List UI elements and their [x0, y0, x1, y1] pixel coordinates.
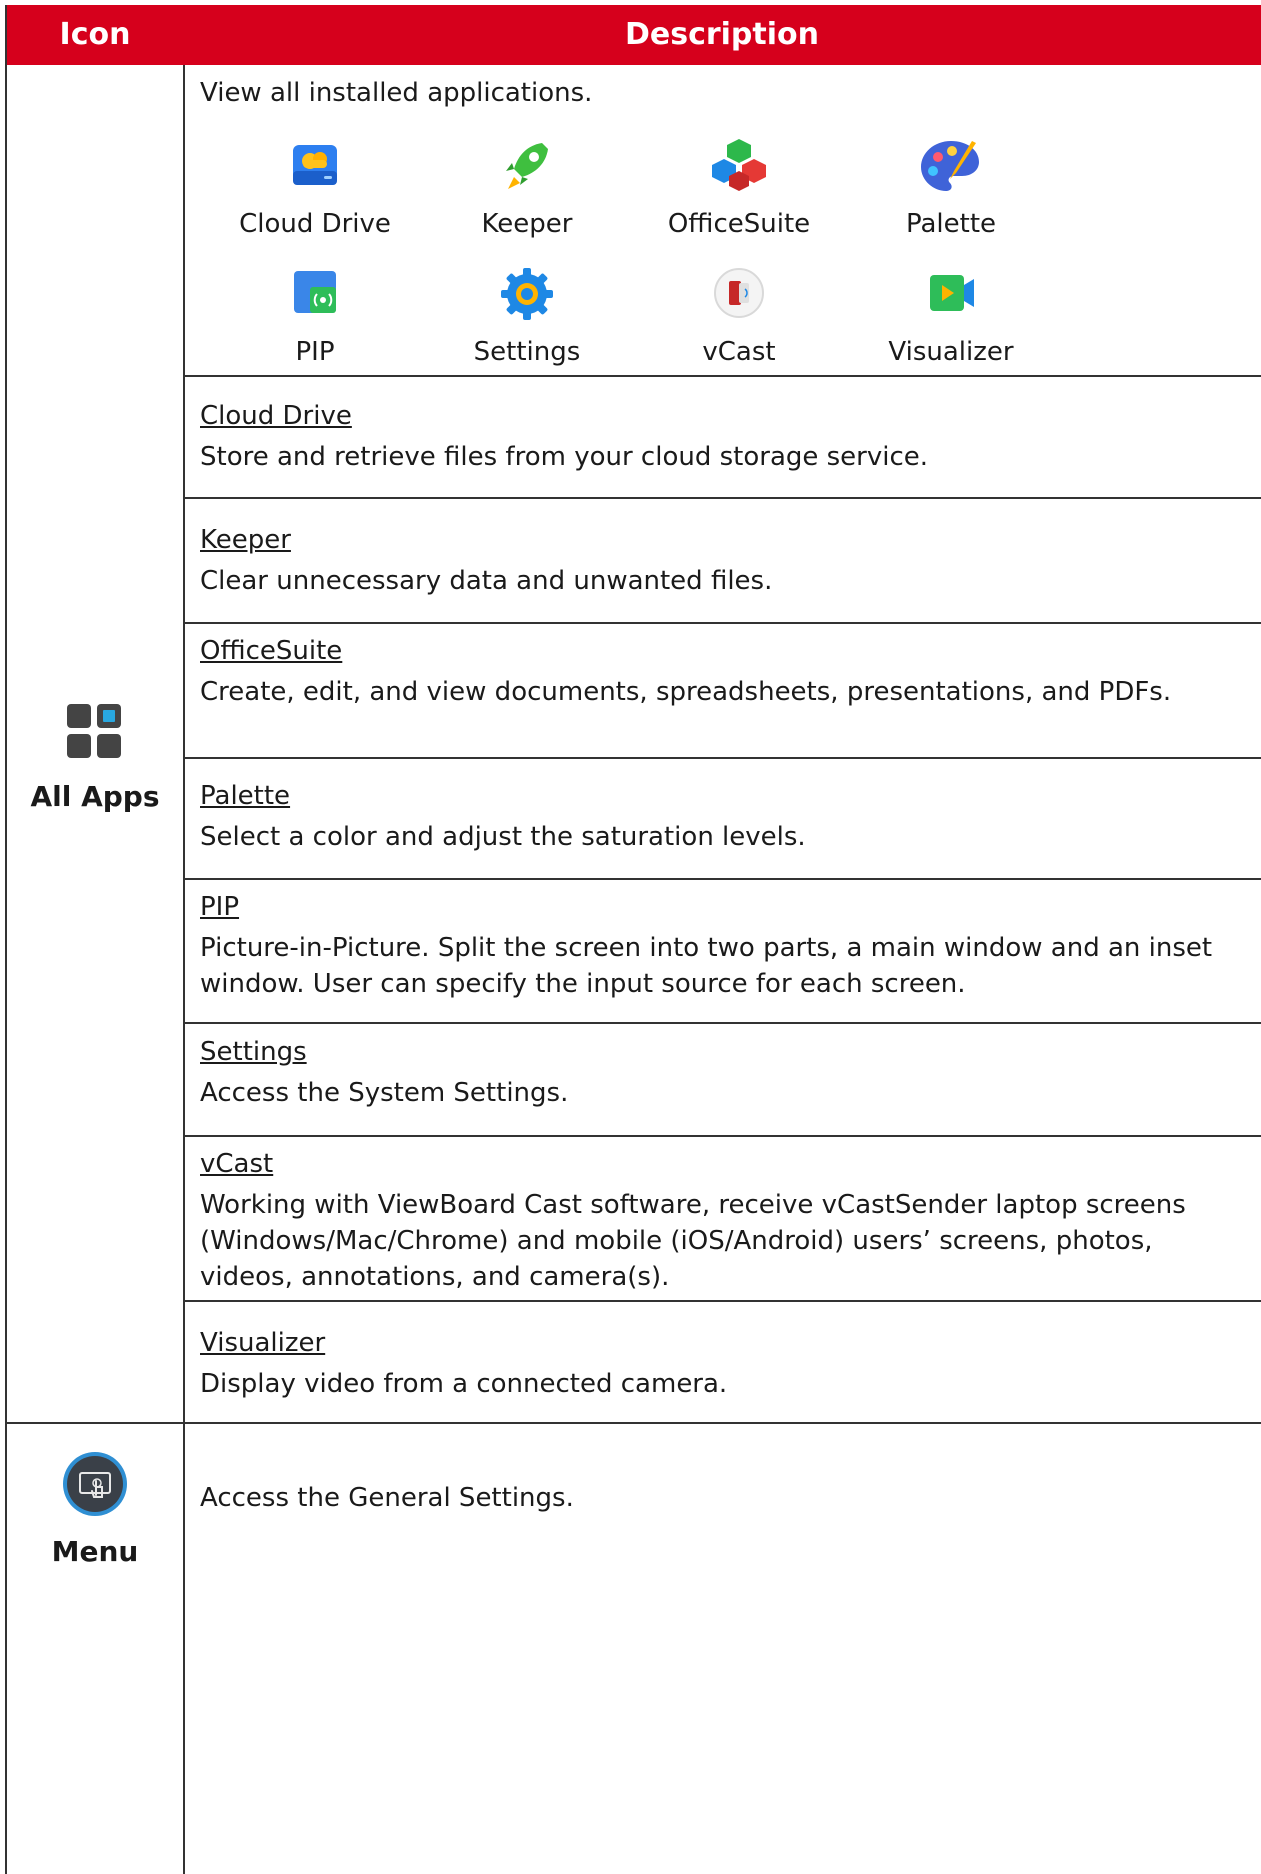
row-divider: [183, 1135, 1261, 1137]
app-visualizer[interactable]: Visualizer: [821, 263, 1081, 369]
app-label: Visualizer: [888, 337, 1014, 367]
entry-title[interactable]: OfficeSuite: [200, 633, 1240, 669]
entry-description: Clear unnecessary data and unwanted file…: [200, 566, 773, 596]
all-apps-label: All Apps: [30, 780, 160, 813]
entry-title[interactable]: Palette: [200, 778, 806, 814]
entry-keeper: Keeper Clear unnecessary data and unwant…: [200, 522, 772, 599]
all-apps-intro: View all installed applications.: [200, 78, 593, 108]
entry-title[interactable]: Visualizer: [200, 1325, 727, 1361]
entry-description: Picture-in-Picture. Split the screen int…: [200, 933, 1213, 999]
entry-pip: PIP Picture-in-Picture. Split the screen…: [200, 889, 1240, 1002]
entry-description: Select a color and adjust the saturation…: [200, 822, 806, 852]
header-icon-column: Icon: [59, 17, 131, 52]
app-palette[interactable]: Palette: [821, 135, 1081, 241]
entry-title[interactable]: Cloud Drive: [200, 398, 928, 434]
menu-touch-icon: [62, 1451, 128, 1521]
entry-title[interactable]: Settings: [200, 1034, 568, 1070]
row-divider: [183, 757, 1261, 759]
entry-description: Store and retrieve files from your cloud…: [200, 442, 929, 472]
row-divider: [183, 1300, 1261, 1302]
entry-visualizer: Visualizer Display video from a connecte…: [200, 1325, 727, 1402]
entry-palette: Palette Select a color and adjust the sa…: [200, 778, 806, 855]
entry-officesuite: OfficeSuite Create, edit, and view docum…: [200, 633, 1240, 710]
entry-description: Access the System Settings.: [200, 1078, 569, 1108]
cloud-drive-icon: [280, 135, 350, 199]
row-divider: [183, 878, 1261, 880]
entry-vcast: vCast Working with ViewBoard Cast softwa…: [200, 1146, 1240, 1295]
entry-description: Create, edit, and view documents, spread…: [200, 677, 1172, 707]
entry-description: Display video from a connected camera.: [200, 1369, 728, 1399]
all-apps-grid-icon: [67, 704, 121, 762]
table-header: Icon Description: [7, 5, 1261, 65]
entry-cloud-drive: Cloud Drive Store and retrieve files fro…: [200, 398, 928, 475]
officesuite-cubes-icon: [704, 135, 774, 199]
entry-description: Working with ViewBoard Cast software, re…: [200, 1190, 1186, 1292]
row-divider: [183, 622, 1261, 624]
entry-title[interactable]: PIP: [200, 889, 1240, 925]
row-divider: [183, 1022, 1261, 1024]
app-grid: Cloud Drive Keeper OfficeSuite Palette P…: [185, 135, 1261, 375]
vcast-icon: [704, 263, 774, 327]
pip-icon: [280, 263, 350, 327]
visualizer-camera-icon: [916, 263, 986, 327]
row-divider: [183, 375, 1261, 377]
menu-label: Menu: [51, 1535, 139, 1568]
menu-description: Access the General Settings.: [200, 1483, 574, 1513]
palette-icon: [916, 135, 986, 199]
app-label: Palette: [905, 209, 997, 239]
section-divider: [7, 1422, 1261, 1424]
entry-title[interactable]: vCast: [200, 1146, 1240, 1182]
feature-table: Icon Description View all installed appl…: [5, 5, 1261, 1874]
entry-title[interactable]: Keeper: [200, 522, 772, 558]
header-description-column: Description: [624, 17, 820, 52]
settings-gear-icon: [492, 263, 562, 327]
entry-settings: Settings Access the System Settings.: [200, 1034, 568, 1111]
row-divider: [183, 497, 1261, 499]
keeper-rocket-icon: [492, 135, 562, 199]
